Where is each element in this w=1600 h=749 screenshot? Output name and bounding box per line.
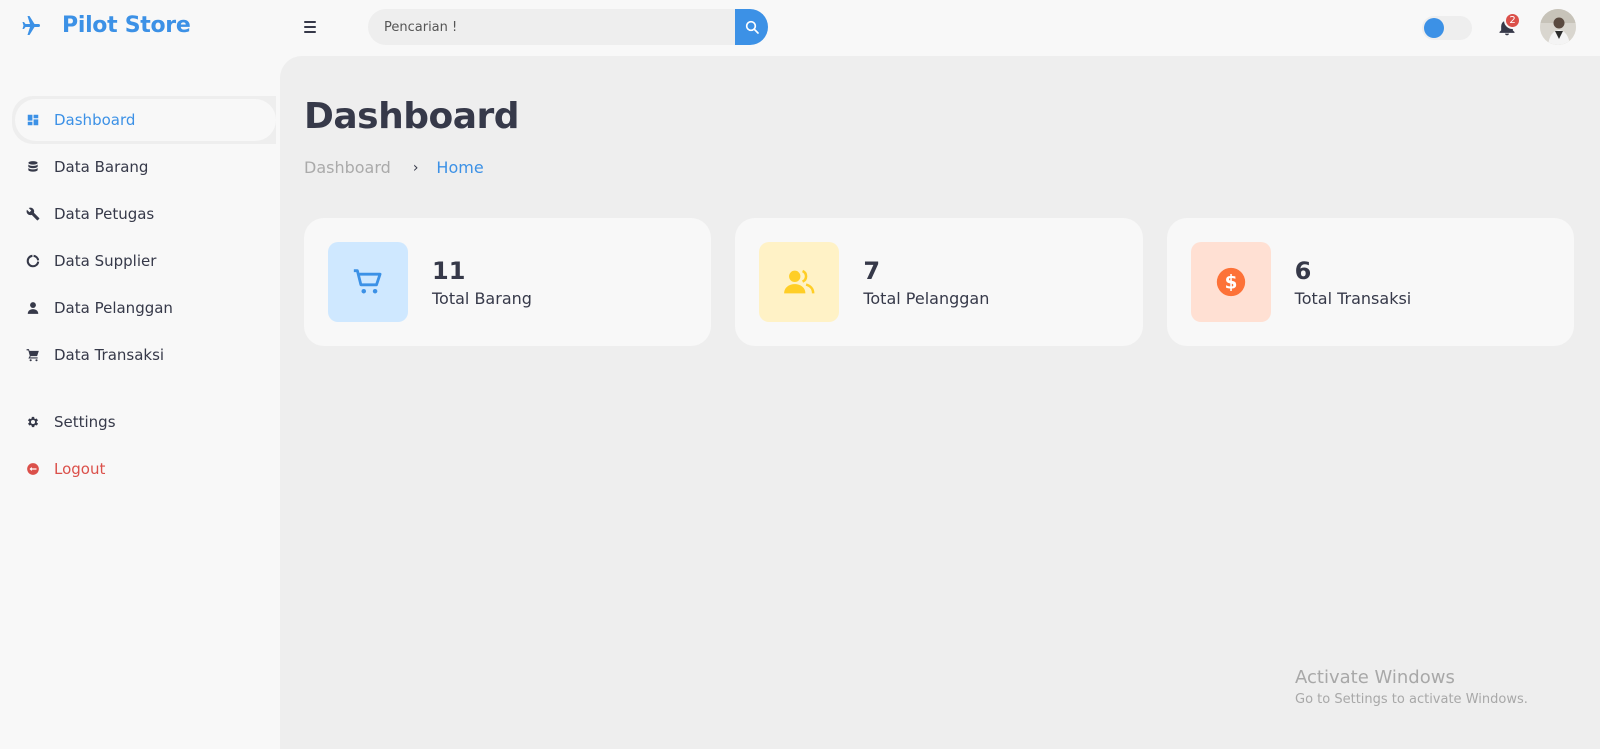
stat-value: 7	[863, 256, 881, 285]
sidebar-item-label: Data Supplier	[54, 252, 157, 270]
stats-cards: 11 Total Barang 7 Total Pelanggan $ 6 To…	[304, 218, 1574, 346]
sidebar-item-label: Dashboard	[54, 111, 136, 129]
breadcrumb-item-active[interactable]: Home	[436, 158, 483, 177]
toggle-knob	[1424, 18, 1444, 38]
breadcrumb-item[interactable]: Dashboard	[304, 158, 391, 177]
donut-chart-icon	[26, 254, 40, 268]
sidebar-item-label: Data Barang	[54, 158, 149, 176]
chevron-right-icon: ›	[412, 159, 419, 176]
stat-card-barang: 11 Total Barang	[304, 218, 712, 346]
sidebar-item-label: Data Transaksi	[54, 346, 165, 364]
svg-text:$: $	[1224, 272, 1237, 293]
sidebar-item-data-barang[interactable]: Data Barang	[12, 146, 276, 188]
sidebar-item-data-supplier[interactable]: Data Supplier	[12, 240, 276, 282]
avatar-photo	[1540, 9, 1576, 45]
search-form	[368, 9, 768, 45]
sidebar: Dashboard Data Barang Data Petugas Data …	[0, 56, 280, 749]
sidebar-item-label: Data Pelanggan	[54, 299, 173, 317]
search-input[interactable]	[368, 9, 735, 45]
main-content: Dashboard Dashboard › Home 11 Total Bara…	[280, 56, 1600, 749]
stat-text: 11 Total Barang	[432, 257, 532, 308]
search-button[interactable]	[735, 9, 768, 45]
hamburger-icon[interactable]	[304, 17, 320, 37]
logout-icon	[27, 463, 39, 475]
watermark-title: Activate Windows	[1295, 667, 1455, 688]
stat-card-transaksi: $ 6 Total Transaksi	[1166, 218, 1574, 346]
page-title: Dashboard	[304, 96, 520, 137]
brand-name: Pilot Store	[62, 13, 191, 38]
plane-icon	[22, 15, 40, 35]
dashboard-grid-icon	[27, 114, 39, 126]
cart-icon	[26, 349, 39, 362]
stat-card-pelanggan: 7 Total Pelanggan	[735, 218, 1143, 346]
gear-icon	[27, 416, 39, 428]
sidebar-item-label: Logout	[54, 460, 106, 478]
sidebar-item-dashboard[interactable]: Dashboard	[12, 96, 276, 144]
stat-icon-box: $	[1190, 242, 1271, 322]
sidebar-item-data-transaksi[interactable]: Data Transaksi	[12, 334, 276, 376]
stat-value: 11	[432, 256, 466, 285]
user-avatar[interactable]	[1540, 9, 1576, 45]
sidebar-item-settings[interactable]: Settings	[12, 401, 276, 443]
sidebar-item-label: Data Petugas	[54, 205, 155, 223]
brand[interactable]: Pilot Store	[18, 13, 191, 38]
stat-label: Total Pelanggan	[863, 288, 990, 308]
group-icon	[784, 269, 815, 294]
stat-icon-box	[328, 242, 408, 322]
watermark-subtitle: Go to Settings to activate Windows.	[1295, 692, 1528, 707]
sidebar-item-data-petugas[interactable]: Data Petugas	[12, 193, 276, 235]
stat-label: Total Transaksi	[1294, 288, 1412, 308]
dollar-icon: $	[1216, 267, 1245, 297]
sidebar-item-data-pelanggan[interactable]: Data Pelanggan	[12, 287, 276, 329]
stat-label: Total Barang	[432, 288, 532, 308]
stat-text: 7 Total Pelanggan	[863, 257, 989, 308]
theme-toggle[interactable]	[1422, 16, 1472, 40]
search-icon	[745, 20, 759, 34]
cart-icon	[353, 269, 382, 294]
breadcrumb: Dashboard › Home	[304, 158, 484, 177]
stat-text: 6 Total Transaksi	[1295, 257, 1412, 308]
wrench-icon	[26, 207, 40, 221]
database-icon	[28, 161, 38, 172]
stat-icon-box	[759, 242, 840, 322]
windows-activation-watermark: Activate Windows Go to Settings to activ…	[1295, 667, 1528, 707]
sidebar-item-logout[interactable]: Logout	[12, 448, 276, 490]
top-navbar: Pilot Store 2	[0, 0, 1600, 56]
notification-badge: 2	[1504, 12, 1521, 29]
user-icon	[27, 302, 39, 314]
stat-value: 6	[1294, 256, 1312, 285]
sidebar-item-label: Settings	[54, 413, 116, 431]
